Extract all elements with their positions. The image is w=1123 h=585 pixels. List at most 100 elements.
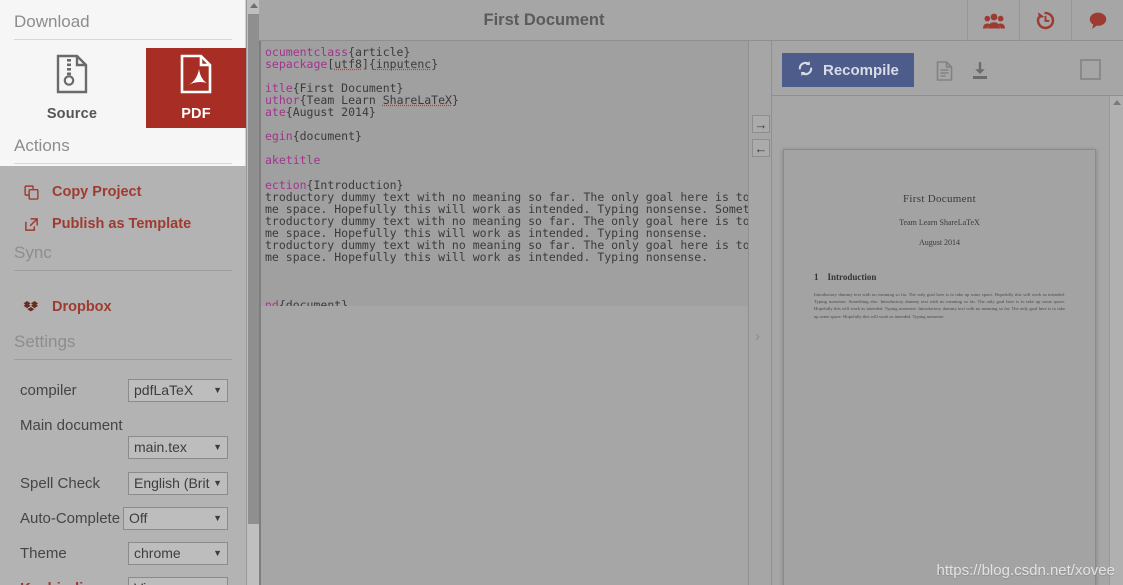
latex-code-editor[interactable]: ocumentclass{article} sepackage[utf8]{inp… — [259, 41, 748, 306]
chevron-down-icon: ▼ — [213, 513, 222, 523]
sidebar-scrollbar-thumb[interactable] — [248, 14, 259, 524]
external-link-icon — [22, 217, 40, 232]
arrow-right-icon[interactable]: → — [752, 115, 770, 133]
scroll-up-arrow-icon[interactable] — [250, 3, 258, 8]
setting-row-main-document-label: Main document — [0, 413, 246, 437]
refresh-icon — [797, 60, 814, 81]
top-header-bar: First Document — [259, 0, 1123, 41]
latex-command: nd — [265, 298, 279, 306]
theme-label: Theme — [0, 545, 67, 562]
pane-splitter[interactable]: → ← › — [748, 41, 772, 585]
scroll-up-arrow-icon[interactable] — [1113, 100, 1121, 105]
latex-text: [utf8]{inputenc} — [327, 57, 438, 71]
chevron-down-icon: ▼ — [213, 478, 222, 488]
setting-row-theme: Theme chrome ▼ — [0, 541, 246, 565]
editor-line: egin{document} — [265, 130, 748, 142]
setting-row-compiler: compiler pdfLaTeX ▼ — [0, 378, 246, 402]
left-sidebar: Download Source PDF Actions Copy Project… — [0, 0, 246, 585]
pdf-date: August 2014 — [784, 238, 1095, 247]
compiler-select[interactable]: pdfLaTeX ▼ — [128, 379, 228, 402]
setting-row-spell-check: Spell Check English (Brit ▼ — [0, 471, 246, 495]
publish-template-link[interactable]: Publish as Template — [0, 210, 246, 238]
download-section-header: Download — [0, 12, 246, 40]
pdf-section-number: 1 — [814, 272, 819, 282]
main-document-select[interactable]: main.tex ▼ — [128, 436, 228, 459]
sync-divider — [14, 270, 232, 271]
pdf-file-icon — [179, 54, 213, 99]
main-document-label: Main document — [0, 417, 123, 434]
pdf-title: First Document — [784, 193, 1095, 205]
sync-section-header: Sync — [0, 243, 246, 271]
main-document-value: main.tex — [134, 439, 187, 455]
latex-text: {document} — [293, 129, 362, 143]
recompile-button[interactable]: Recompile — [782, 53, 914, 87]
history-icon[interactable] — [1019, 0, 1071, 41]
editor-line: ate{August 2014} — [265, 106, 748, 118]
theme-value: chrome — [134, 545, 181, 561]
pdf-section-heading: 1 Introduction — [784, 272, 1095, 282]
keybindings-select[interactable]: Vim ▼ — [128, 577, 228, 585]
editor-empty-area[interactable] — [259, 306, 748, 585]
theme-select[interactable]: chrome ▼ — [128, 542, 228, 565]
editor-line: nd{document} — [265, 299, 748, 306]
editor-content[interactable]: ocumentclass{article} sepackage[utf8]{inp… — [261, 41, 748, 306]
spell-check-value: English (Brit — [134, 475, 209, 491]
pdf-page: First Document Team Learn ShareLaTeX Aug… — [783, 149, 1096, 585]
watermark-text: https://blog.csdn.net/xovee — [937, 562, 1115, 579]
latex-command: sepackage — [265, 57, 327, 71]
sidebar-scrollbar[interactable] — [246, 0, 259, 585]
compiler-value: pdfLaTeX — [134, 382, 193, 398]
arrow-left-icon[interactable]: ← — [752, 139, 770, 157]
spell-check-select[interactable]: English (Brit ▼ — [128, 472, 228, 495]
page-title: First Document — [259, 0, 829, 41]
users-icon[interactable] — [967, 0, 1019, 41]
pdf-body-text: Introductory dummy text with no meaning … — [784, 291, 1095, 320]
chevron-right-icon[interactable]: › — [755, 328, 760, 345]
editor-line: aketitle — [265, 154, 748, 166]
download-pdf-button[interactable]: PDF — [146, 48, 246, 128]
actions-divider — [14, 163, 232, 164]
download-icon[interactable] — [968, 59, 992, 83]
editor-line — [265, 263, 748, 275]
editor-line: sepackage[utf8]{inputenc} — [265, 58, 748, 70]
latex-text: {document} — [279, 298, 348, 306]
latex-text: me space. Hopefully this will work as in… — [265, 250, 708, 264]
fullscreen-icon[interactable] — [1080, 59, 1101, 80]
copy-project-label: Copy Project — [52, 184, 141, 200]
chevron-down-icon: ▼ — [213, 385, 222, 395]
copy-project-link[interactable]: Copy Project — [0, 178, 246, 206]
download-source-button[interactable]: Source — [22, 48, 122, 128]
dropbox-link[interactable]: Dropbox — [0, 293, 246, 321]
setting-row-auto-complete: Auto-Complete Off ▼ — [0, 506, 246, 530]
setting-row-keybindings: Keybindings Vim ▼ — [0, 576, 246, 585]
actions-heading: Actions — [0, 136, 246, 156]
pdf-author: Team Learn ShareLaTeX — [784, 218, 1095, 227]
chevron-down-icon: ▼ — [213, 548, 222, 558]
settings-divider — [14, 359, 232, 360]
keybindings-value: Vim — [134, 580, 158, 585]
sync-heading: Sync — [0, 243, 246, 263]
compiler-label: compiler — [0, 382, 77, 399]
spell-check-label: Spell Check — [0, 475, 100, 492]
pdf-preview-pane: Recompile First Document Team Learn Shar… — [772, 41, 1123, 585]
auto-complete-select[interactable]: Off ▼ — [123, 507, 228, 530]
chevron-down-icon: ▼ — [213, 442, 222, 452]
keybindings-label: Keybindings — [0, 580, 110, 585]
publish-template-label: Publish as Template — [52, 216, 191, 232]
download-heading: Download — [0, 12, 246, 32]
split-chevron-glyph: › — [755, 328, 760, 345]
pdf-viewport[interactable]: First Document Team Learn ShareLaTeX Aug… — [772, 96, 1123, 585]
chat-icon[interactable] — [1071, 0, 1123, 41]
split-left-glyph: ← — [755, 142, 768, 155]
recompile-label: Recompile — [823, 62, 899, 79]
logs-icon[interactable] — [932, 59, 956, 83]
setting-row-main-document-select: main.tex ▼ — [0, 435, 246, 459]
settings-section-header: Settings — [0, 332, 246, 360]
settings-heading: Settings — [0, 332, 246, 352]
sharelatex-editor-window: Download Source PDF Actions Copy Project… — [0, 0, 1123, 585]
copy-icon — [22, 185, 40, 200]
auto-complete-value: Off — [129, 510, 147, 526]
download-buttons: Source PDF — [0, 48, 246, 128]
pdf-scrollbar[interactable] — [1109, 96, 1123, 585]
editor-line — [265, 142, 748, 154]
